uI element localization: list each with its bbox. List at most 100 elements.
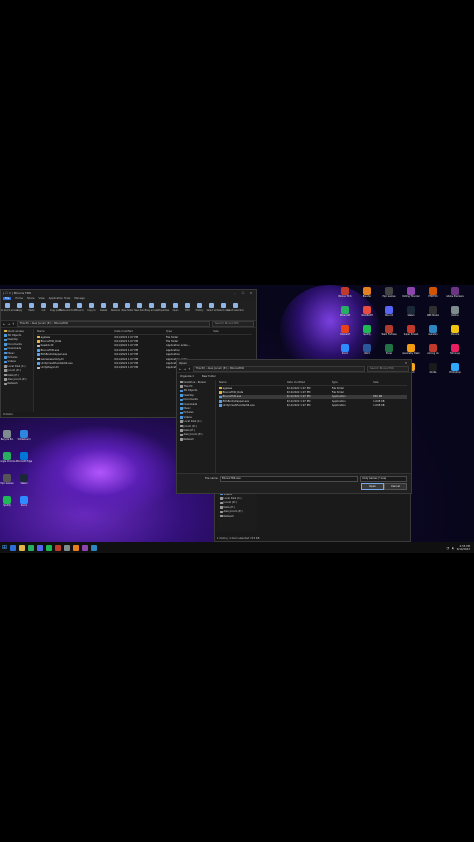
ribbon-button[interactable]: Delete xyxy=(99,303,108,318)
dialog-address-bar[interactable]: This PC › Alex Jocum (E:) › BloonsTD6 xyxy=(192,366,365,372)
desktop-icon[interactable]: PHOTOS xyxy=(426,287,440,299)
organize-button[interactable]: Organize ▾ xyxy=(180,375,194,378)
desktop-icon[interactable]: Microsoft Edge xyxy=(16,452,32,464)
dialog-back-icon[interactable]: ← xyxy=(179,367,182,371)
taskbar-app-icon[interactable] xyxy=(73,544,80,551)
dialog-up-icon[interactable]: ↑ xyxy=(188,367,191,371)
ribbon-button[interactable]: Rename xyxy=(111,303,120,318)
cancel-button[interactable]: Cancel xyxy=(384,483,407,490)
file-type-select[interactable]: Unity Games (*.exe) xyxy=(360,476,407,482)
ribbon-tab[interactable]: Share xyxy=(27,297,35,300)
taskbar-app-icon[interactable] xyxy=(82,544,89,551)
ribbon-tab[interactable]: Application Tools xyxy=(49,297,71,300)
ribbon-button[interactable]: Move to xyxy=(75,303,84,318)
taskbar-app-icon[interactable] xyxy=(10,544,17,551)
desktop-icon[interactable]: Recycle Bin xyxy=(0,430,14,442)
nav-item[interactable]: Network xyxy=(177,437,215,441)
dialog-search-input[interactable]: Search BloonsTD6 xyxy=(367,366,409,372)
ribbon-button[interactable]: New item xyxy=(134,303,145,318)
ribbon-tab[interactable]: View xyxy=(39,297,45,300)
column-header-date-modified[interactable]: Date modified xyxy=(114,330,166,333)
desktop-icon[interactable]: Fall Guys xyxy=(448,344,462,356)
desktop-icon[interactable]: Minecraft xyxy=(338,306,352,318)
ribbon-button[interactable]: History xyxy=(195,303,204,318)
ribbon-button[interactable]: Cut xyxy=(39,303,48,318)
forward-icon[interactable]: → xyxy=(8,322,11,326)
close-icon[interactable]: ✕ xyxy=(248,291,254,295)
ribbon-button[interactable]: Invert selection xyxy=(227,303,244,318)
desktop-icon[interactable]: Super Smash xyxy=(404,325,418,337)
taskbar-app-icon[interactable] xyxy=(64,544,71,551)
taskbar-app-icon[interactable] xyxy=(46,544,53,551)
column-header-name[interactable]: Name xyxy=(219,381,287,384)
desktop-icon[interactable]: Google Chrome xyxy=(0,452,16,464)
ribbon-button[interactable]: New folder xyxy=(122,303,133,318)
column-header-type[interactable]: Type xyxy=(332,381,373,384)
taskbar-app-icon[interactable] xyxy=(91,544,98,551)
dialog-close-icon[interactable]: ✕ xyxy=(403,361,409,365)
ribbon-button[interactable]: Pin to Quick access xyxy=(1,303,18,318)
clock[interactable]: 4:55 PM 6/14/2022 xyxy=(457,545,470,551)
ribbon-button[interactable]: Copy xyxy=(15,303,24,318)
column-header-type[interactable]: Type xyxy=(166,330,213,333)
taskbar-app-icon[interactable] xyxy=(19,544,26,551)
up-icon[interactable]: ↑ xyxy=(12,322,15,326)
desktop-icon[interactable]: Roblox xyxy=(448,306,462,318)
desktop-icon[interactable]: Whiteboard xyxy=(17,430,31,442)
desktop-icon[interactable]: Discord xyxy=(382,306,396,318)
ribbon-button[interactable]: Properties xyxy=(158,303,169,318)
column-header-date-modified[interactable]: Date modified xyxy=(287,381,332,384)
desktop-icon[interactable]: Geometry Dash xyxy=(402,344,420,356)
desktop-icon[interactable]: Spotify xyxy=(0,496,14,508)
file-row[interactable]: UnityCrashHandler64.exe 6/11/2022 1:07 PM… xyxy=(219,404,407,408)
open-button[interactable]: Open xyxy=(361,483,384,490)
search-input[interactable]: Search BloonsTD6 xyxy=(212,321,254,327)
desktop-icon[interactable]: Epic Games xyxy=(0,474,14,486)
ribbon-button[interactable]: Edit xyxy=(183,303,192,318)
desktop-icon[interactable]: Among Us xyxy=(426,344,440,356)
address-bar[interactable]: This PC › Alex Jocum (E:) › BloonsTD6 xyxy=(16,321,210,327)
column-header-size[interactable]: Size xyxy=(213,330,239,333)
ribbon-tab[interactable]: Home xyxy=(15,297,23,300)
nav-item[interactable]: Network xyxy=(1,382,33,386)
dialog-forward-icon[interactable]: → xyxy=(184,367,187,371)
nav-item[interactable]: Network xyxy=(217,514,257,518)
desktop-icon[interactable]: Zoom xyxy=(17,496,31,508)
desktop-icon[interactable]: OBS Studio xyxy=(426,306,440,318)
desktop-icon[interactable]: Blender xyxy=(360,287,374,299)
file-name-input[interactable]: BloonsTD6.exe xyxy=(220,476,358,482)
desktop-icon[interactable]: Epic Games xyxy=(382,287,396,299)
ribbon-button[interactable]: Paste xyxy=(27,303,36,318)
desktop-icon[interactable]: Team Fortress xyxy=(381,325,397,337)
desktop-icon[interactable]: Steam xyxy=(17,474,31,486)
column-header-name[interactable]: Name xyxy=(37,330,114,333)
volume-icon[interactable]: ◖ xyxy=(452,546,454,550)
desktop-icon[interactable]: Genshin xyxy=(426,325,440,337)
desktop-icon[interactable]: Overwolf xyxy=(338,325,352,337)
maximize-icon[interactable]: ☐ xyxy=(240,291,246,295)
desktop-icon[interactable]: VALORANT xyxy=(360,306,374,318)
desktop-icon[interactable]: Excel xyxy=(382,344,396,356)
ribbon-tab[interactable]: Manage xyxy=(74,297,84,300)
ribbon-button[interactable]: Copy path xyxy=(50,303,61,318)
new-folder-button[interactable]: New folder xyxy=(202,375,216,378)
network-icon[interactable]: ◔ xyxy=(446,546,449,550)
start-icon[interactable]: ⊞ xyxy=(2,544,7,551)
ribbon-button[interactable]: Copy to xyxy=(87,303,96,318)
desktop-icon[interactable]: Rolling Thunder xyxy=(402,287,420,299)
desktop-icon[interactable]: Kindle xyxy=(426,363,440,375)
desktop-icon[interactable]: Steam xyxy=(404,306,418,318)
minimize-icon[interactable]: – xyxy=(232,291,238,295)
desktop-icon[interactable]: Adobe Premiere xyxy=(446,287,464,299)
ribbon-button[interactable]: Open xyxy=(171,303,180,318)
ribbon-button[interactable]: Easy access xyxy=(145,303,158,318)
taskbar-app-icon[interactable] xyxy=(28,544,35,551)
desktop-icon[interactable]: Spotify xyxy=(360,325,374,337)
desktop-icon[interactable]: Chrome xyxy=(448,325,462,337)
desktop-icon[interactable]: Word xyxy=(360,344,374,356)
taskbar-app-icon[interactable] xyxy=(37,544,44,551)
desktop-icon[interactable]: Bloons TD 6 xyxy=(338,287,352,299)
column-header-size[interactable]: Size xyxy=(373,381,396,384)
taskbar-app-icon[interactable] xyxy=(55,544,62,551)
ribbon-button[interactable]: Paste shortcut xyxy=(60,303,75,318)
